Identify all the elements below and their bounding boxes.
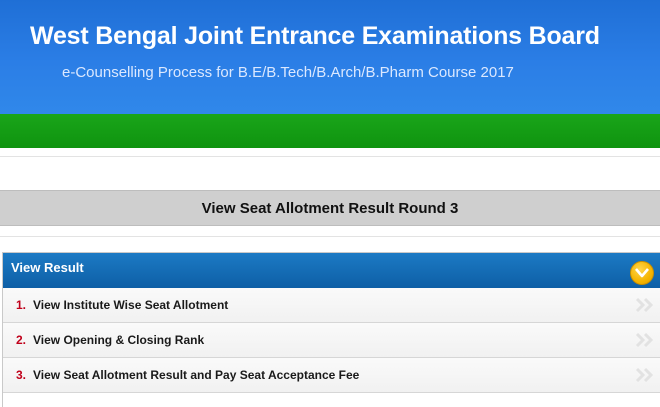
list-item-link[interactable]: View Opening & Closing Rank	[33, 333, 204, 347]
view-result-panel: View Result 1. View Institute Wise Seat …	[2, 252, 660, 407]
site-subtitle: e-Counselling Process for B.E/B.Tech/B.A…	[62, 64, 514, 81]
nav-bar	[0, 114, 660, 148]
double-chevron-right-icon	[635, 367, 654, 383]
chevron-down-circle-icon[interactable]	[630, 261, 654, 285]
list-item-number: 2.	[16, 333, 27, 347]
list-item-opening-closing-rank[interactable]: 2. View Opening & Closing Rank	[3, 323, 660, 358]
page-heading-bar: View Seat Allotment Result Round 3	[0, 190, 660, 226]
page-title: View Seat Allotment Result Round 3	[201, 199, 459, 217]
list-item-link[interactable]: View Seat Allotment Result and Pay Seat …	[33, 368, 359, 382]
double-chevron-right-icon	[635, 297, 654, 313]
panel-title: View Result	[11, 260, 84, 275]
double-chevron-right-icon	[635, 332, 654, 348]
site-header: West Bengal Joint Entrance Examinations …	[0, 0, 660, 114]
view-result-panel-header[interactable]: View Result	[3, 253, 660, 288]
divider	[0, 236, 660, 237]
site-title: West Bengal Joint Entrance Examinations …	[30, 22, 600, 50]
list-item-number: 3.	[16, 368, 27, 382]
list-item-number: 1.	[16, 298, 27, 312]
list-item-seat-allotment-result-pay-fee[interactable]: 3. View Seat Allotment Result and Pay Se…	[3, 358, 660, 393]
divider	[0, 156, 660, 157]
list-item-link[interactable]: View Institute Wise Seat Allotment	[33, 298, 228, 312]
list-item-institute-wise-seat-allotment[interactable]: 1. View Institute Wise Seat Allotment	[3, 288, 660, 323]
